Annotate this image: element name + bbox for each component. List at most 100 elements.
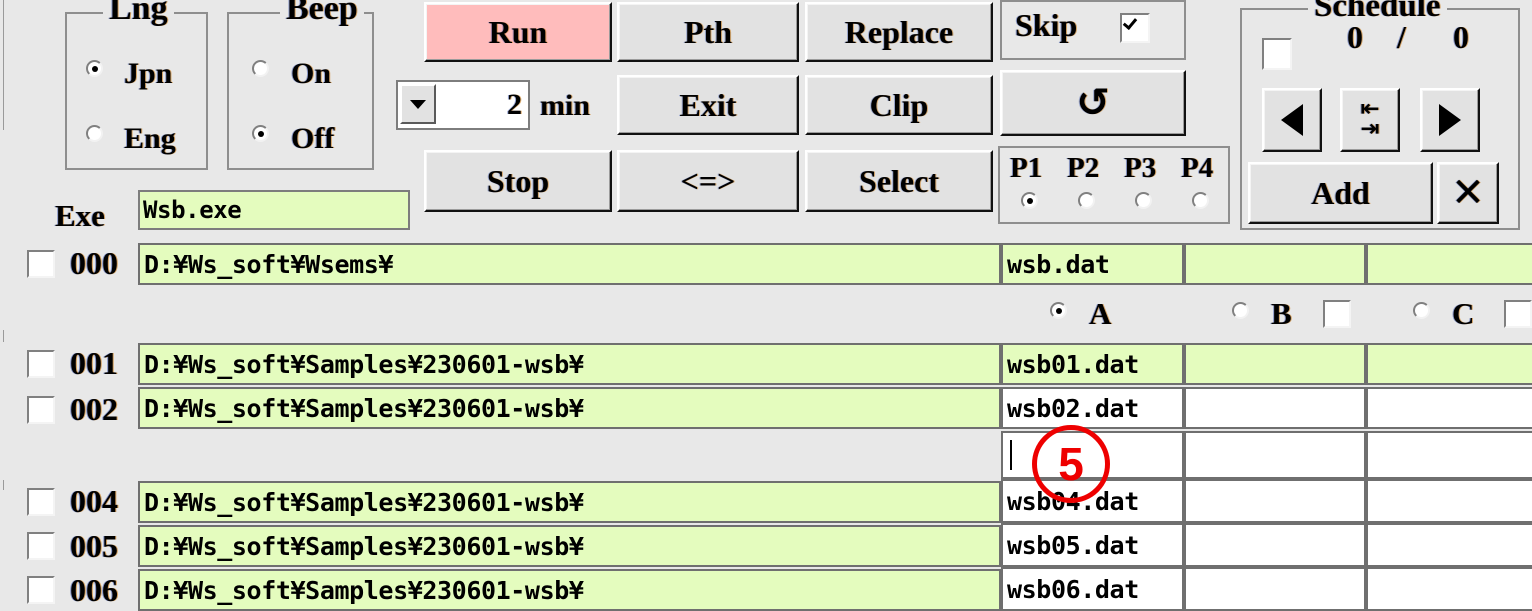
exe-field[interactable]: Wsb.exe [138,190,410,230]
row-col4-000[interactable] [1366,243,1532,285]
chevron-down-glyph [410,99,426,109]
schedule-prev-button[interactable] [1262,88,1322,152]
pattern-radio-p2[interactable] [1078,192,1095,209]
row-col4-004[interactable] [1366,479,1532,523]
row-checkbox-004[interactable] [27,488,55,516]
schedule-group-title: Schedule [1308,0,1447,25]
text-caret [1010,440,1012,470]
lng-group-title: Lng [103,0,174,28]
pattern-radio-p3[interactable] [1135,192,1152,209]
row-col3-005[interactable] [1184,523,1366,567]
lng-radio-eng[interactable] [86,125,103,142]
row-checkbox-006[interactable] [27,576,55,604]
app-window: Lng Jpn Eng Beep On Off Run Pth Replace … [0,0,1532,611]
row-file-002[interactable]: wsb02.dat [1001,387,1184,429]
window-left-edge [3,0,4,50]
row-checkbox-001[interactable] [27,350,55,378]
row-col4-006[interactable] [1366,567,1532,611]
row-number-004: 004 [70,483,118,519]
row-checkbox-000[interactable] [27,250,55,278]
abc-radio-b[interactable] [1232,302,1249,319]
chevron-down-icon[interactable] [400,84,436,124]
replace-button[interactable]: Replace [805,2,993,62]
row-number-001: 001 [70,345,118,381]
beep-radio-on[interactable] [252,60,269,77]
lng-radio-jpn[interactable] [86,60,103,77]
timer-unit-label: min [540,89,591,122]
select-button[interactable]: Select [805,150,993,212]
row-path-000[interactable]: D:¥Ws_soft¥Wsems¥ [138,243,1001,285]
refresh-button[interactable]: ↺ [1000,70,1186,136]
run-button[interactable]: Run [424,2,612,62]
skip-checkbox[interactable] [1120,13,1150,43]
abc-radio-c[interactable] [1413,302,1430,319]
pattern-label-p4: P4 [1181,152,1214,184]
beep-group-title: Beep [280,0,364,28]
row-file-001[interactable]: wsb01.dat [1001,343,1184,385]
row-col4-002[interactable] [1366,387,1532,429]
timer-combo[interactable]: 2 [396,80,530,130]
clip-button[interactable]: Clip [805,75,993,135]
row-checkbox-005[interactable] [27,532,55,560]
row-col3-003[interactable] [1184,431,1366,479]
exe-label: Exe [55,198,105,233]
swap-arrow-right: ⇥ [1360,116,1380,142]
refresh-icon: ↺ [1076,80,1110,126]
schedule-separator: / [1397,19,1406,55]
window-left-edge-3 [3,330,4,342]
pattern-label-p1: P1 [1010,152,1043,184]
triangle-left-icon [1281,104,1303,136]
schedule-enable-checkbox[interactable] [1262,38,1292,70]
row-col4-005[interactable] [1366,523,1532,567]
row-path-006[interactable]: D:¥Ws_soft¥Samples¥230601-wsb¥ [138,569,1001,611]
abc-checkbox-c[interactable] [1504,300,1532,328]
abc-label-c: C [1452,296,1475,331]
close-icon: ✕ [1451,170,1485,216]
annotation-marker-5: 5 [1032,425,1110,503]
row-path-001[interactable]: D:¥Ws_soft¥Samples¥230601-wsb¥ [138,343,1001,385]
row-col3-006[interactable] [1184,567,1366,611]
row-col3-002[interactable] [1184,387,1366,429]
schedule-swap-button[interactable]: ⇤ ⇥ [1340,88,1400,152]
row-col4-003[interactable] [1366,431,1532,479]
abc-radio-a[interactable] [1050,302,1067,319]
pth-button[interactable]: Pth [617,2,799,62]
pattern-radio-p1[interactable] [1021,192,1038,209]
row-col3-001[interactable] [1184,343,1366,385]
row-path-005[interactable]: D:¥Ws_soft¥Samples¥230601-wsb¥ [138,525,1001,567]
triangle-right-icon [1439,104,1461,136]
abc-checkbox-b[interactable] [1323,300,1351,328]
schedule-next-button[interactable] [1420,88,1480,152]
row-col3-004[interactable] [1184,479,1366,523]
stop-button[interactable]: Stop [424,150,612,212]
window-left-edge-2 [3,50,4,130]
row-path-002[interactable]: D:¥Ws_soft¥Samples¥230601-wsb¥ [138,387,1001,429]
window-left-edge-4 [3,480,4,490]
lng-label-jpn: Jpn [124,57,173,90]
schedule-total: 0 [1453,19,1469,55]
beep-radio-off[interactable] [252,125,269,142]
abc-label-b: B [1271,296,1292,331]
lng-label-eng: Eng [124,122,176,155]
abc-label-a: A [1089,296,1112,331]
row-checkbox-002[interactable] [27,396,55,424]
row-file-005[interactable]: wsb05.dat [1001,523,1184,567]
skip-label: Skip [1015,7,1078,43]
pattern-radio-p4[interactable] [1192,192,1209,209]
row-file-000[interactable]: wsb.dat [1001,243,1184,285]
row-number-006: 006 [70,572,118,608]
exit-button[interactable]: Exit [617,75,799,135]
swap-arrows-icon: ⇤ ⇥ [1360,98,1380,142]
timer-value: 2 [507,88,522,121]
row-col4-001[interactable] [1366,343,1532,385]
swap-button[interactable]: <=> [617,150,799,212]
row-number-002: 002 [70,391,118,427]
row-path-004[interactable]: D:¥Ws_soft¥Samples¥230601-wsb¥ [138,481,1001,523]
pattern-label-p3: P3 [1124,152,1157,184]
beep-label-on: On [291,57,332,90]
row-number-005: 005 [70,528,118,564]
row-col3-000[interactable] [1184,243,1366,285]
schedule-add-button[interactable]: Add [1248,162,1433,224]
schedule-delete-button[interactable]: ✕ [1437,162,1499,224]
row-file-006[interactable]: wsb06.dat [1001,567,1184,611]
